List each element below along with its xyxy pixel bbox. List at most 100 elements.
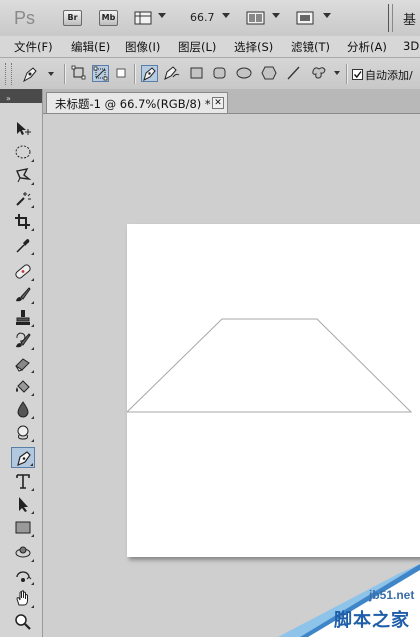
brush-tool[interactable] <box>11 284 35 305</box>
submenu-indicator <box>31 347 34 350</box>
document-tab-title: 未标题-1 @ 66.7%(RGB/8) * <box>55 97 211 111</box>
bandage-icon <box>15 264 31 279</box>
watermark-brand: 脚本之家 <box>334 610 410 631</box>
chevron-down-icon[interactable] <box>222 13 230 18</box>
type-tool[interactable] <box>11 471 35 492</box>
hand-tool[interactable] <box>11 588 35 609</box>
submenu-indicator <box>31 370 34 373</box>
eyedropper-tool[interactable] <box>11 235 35 256</box>
screen-mode-button[interactable] <box>296 10 334 26</box>
clone-stamp-tool[interactable] <box>11 307 35 328</box>
submenu-indicator <box>31 205 34 208</box>
pen-icon <box>23 67 37 83</box>
menu-image[interactable]: 图像(I) <box>125 39 160 55</box>
dodge-tool[interactable] <box>11 422 35 443</box>
canvas-area[interactable] <box>43 114 420 637</box>
auto-add-delete-option[interactable]: 自动添加/ <box>352 67 413 83</box>
submenu-indicator <box>31 252 34 255</box>
arrange-documents-button[interactable] <box>246 10 284 26</box>
paint-bucket-tool[interactable] <box>11 376 35 397</box>
divider <box>392 4 393 32</box>
arrange-documents-icon <box>246 11 265 25</box>
3d-orbit-tool[interactable] <box>11 565 35 586</box>
divider <box>346 64 348 84</box>
menu-select[interactable]: 选择(S) <box>234 39 273 55</box>
submenu-indicator <box>31 324 34 327</box>
submenu-indicator <box>31 559 34 562</box>
ellipse-shape-button[interactable] <box>236 65 253 82</box>
crop-tool[interactable] <box>11 211 35 232</box>
chevron-down-icon[interactable] <box>334 71 340 75</box>
history-brush-tool[interactable] <box>11 330 35 351</box>
site-watermark: jb51.net 脚本之家 <box>278 564 420 637</box>
screen-mode-icon <box>296 11 314 25</box>
document-canvas[interactable] <box>127 224 420 557</box>
tools-panel: » <box>0 89 43 637</box>
auto-add-delete-label: 自动添加/ <box>365 69 413 82</box>
lasso-tool[interactable] <box>11 165 35 186</box>
polygon-shape-button[interactable] <box>261 65 278 82</box>
eraser-icon <box>15 358 30 372</box>
freeform-pen-button[interactable] <box>163 65 180 82</box>
menu-3d[interactable]: 3D <box>403 39 419 53</box>
shape-tool[interactable] <box>11 517 35 538</box>
fill-pixels-button[interactable] <box>113 65 130 82</box>
healing-brush-tool[interactable] <box>11 261 35 282</box>
brush-icon <box>16 287 31 302</box>
divider <box>388 4 389 32</box>
close-icon[interactable]: ✕ <box>212 97 224 109</box>
mini-bridge-button[interactable]: Mb <box>99 10 118 26</box>
workspace-switcher[interactable]: 基 <box>403 9 416 28</box>
pen-tool[interactable] <box>11 447 35 468</box>
chevron-down-icon <box>48 72 54 76</box>
3d-rotate-tool[interactable] <box>11 542 35 563</box>
bridge-button[interactable]: Br <box>63 10 82 26</box>
line-icon <box>287 66 300 80</box>
auto-add-delete-checkbox[interactable] <box>352 69 363 80</box>
submenu-indicator <box>31 278 34 281</box>
custom-shape-button[interactable] <box>310 65 327 82</box>
menu-layer[interactable]: 图层(L) <box>178 39 216 55</box>
submenu-indicator <box>31 605 34 608</box>
line-shape-button[interactable] <box>286 65 303 82</box>
magnifier-icon <box>15 614 31 630</box>
view-extras-button[interactable] <box>134 10 172 26</box>
ellipse-marquee-icon <box>15 145 31 159</box>
paths-icon <box>93 66 108 81</box>
rectangle-shape-button[interactable] <box>189 65 206 82</box>
document-tab[interactable]: 未标题-1 @ 66.7%(RGB/8) * ✕ <box>46 92 228 113</box>
3d-rotate-icon <box>15 546 31 558</box>
rounded-rectangle-button[interactable] <box>212 65 229 82</box>
rounded-rectangle-icon <box>213 67 226 79</box>
submenu-indicator <box>31 416 34 419</box>
shape-layers-button[interactable] <box>71 65 88 82</box>
view-extras-icon <box>134 11 152 25</box>
submenu-indicator <box>31 511 34 514</box>
menu-edit[interactable]: 编辑(E) <box>71 39 110 55</box>
marquee-tool[interactable] <box>11 142 35 163</box>
eraser-tool[interactable] <box>11 353 35 374</box>
pen-icon <box>143 67 156 81</box>
collapse-panel-icon[interactable]: » <box>6 95 11 103</box>
options-grip <box>5 63 12 85</box>
submenu-indicator <box>31 159 34 162</box>
tool-preset-picker[interactable] <box>20 64 58 84</box>
paths-button[interactable] <box>92 65 109 82</box>
path-selection-tool[interactable] <box>11 494 35 515</box>
magic-wand-tool[interactable] <box>11 188 35 209</box>
menu-file[interactable]: 文件(F) <box>14 39 53 55</box>
submenu-indicator <box>31 439 34 442</box>
menu-analysis[interactable]: 分析(A) <box>347 39 387 55</box>
blur-tool[interactable] <box>11 399 35 420</box>
tools-panel-header[interactable]: » <box>0 89 42 103</box>
pen-tool-button[interactable] <box>141 65 158 82</box>
eyedropper-icon <box>16 239 30 253</box>
zoom-tool[interactable] <box>11 611 35 632</box>
polygonal-lasso-icon <box>16 168 32 183</box>
chevron-down-icon <box>158 13 166 18</box>
paint-bucket-icon <box>16 380 30 393</box>
custom-shape-icon <box>312 67 326 79</box>
move-tool[interactable] <box>11 118 35 139</box>
menu-filter[interactable]: 滤镜(T) <box>291 39 330 55</box>
zoom-level[interactable]: 66.7 <box>190 11 215 24</box>
